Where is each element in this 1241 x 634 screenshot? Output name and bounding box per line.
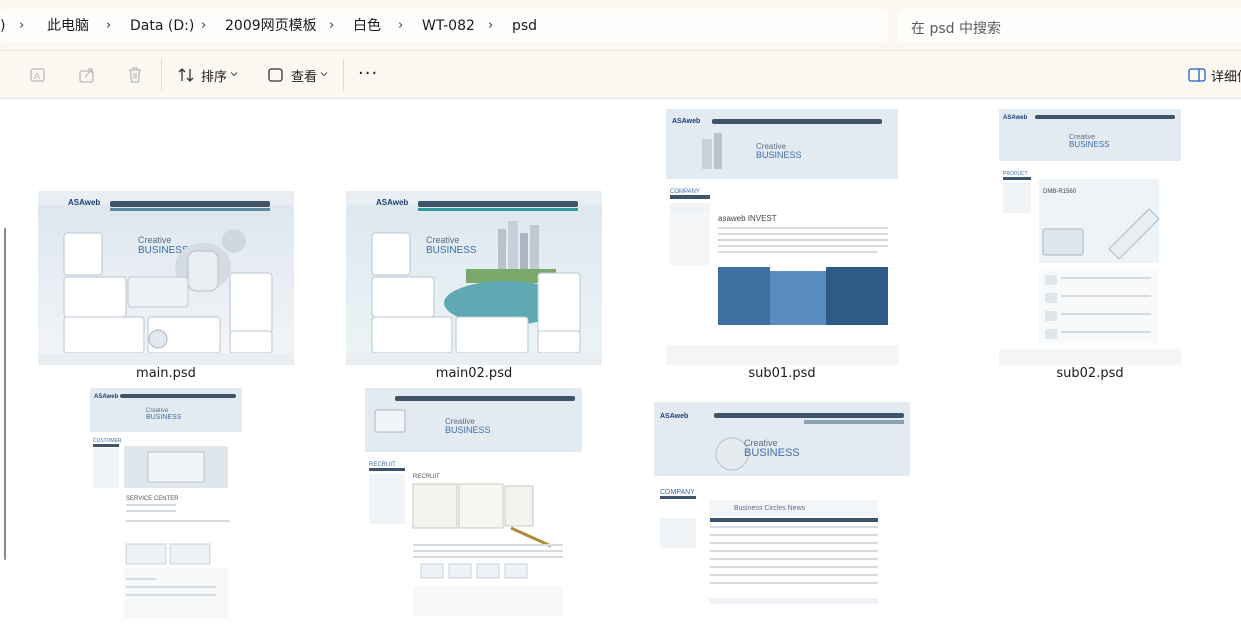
toolbar-divider [161,59,162,91]
file-name-label[interactable]: sub02.psd [999,366,1181,381]
thumb-side-title: PRODUCT [1003,171,1028,177]
chevron-right-icon[interactable]: › [329,18,334,34]
thumb-brand: ASAweb [660,413,688,420]
breadcrumb-item-this-pc[interactable]: 此电脑 [47,18,89,34]
file-item[interactable]: ASAweb Creative BUSINESS COMPANY Busines… [654,402,910,622]
file-item[interactable]: ASAweb Creative BUSINESS CUSTOMER SERVIC… [90,388,242,622]
chevron-right-icon[interactable]: › [398,18,403,34]
sort-icon[interactable] [176,65,196,85]
file-thumbnail: ASAweb Creative BUSINESS PRODUCT DMB-R15… [999,109,1181,365]
file-name-label[interactable]: main02.psd [346,366,602,381]
chevron-right-icon[interactable]: › [106,18,111,34]
thumb-body-title: asaweb INVEST [718,214,777,223]
thumb-brand: ASAweb [94,394,119,400]
details-pane-button[interactable]: 详细信 [1211,66,1241,85]
chevron-down-icon[interactable] [318,68,330,80]
view-icon[interactable] [266,65,286,85]
thumb-side-title: RECRUIT [369,462,396,468]
breadcrumb-leading-fragment: ) [0,18,6,34]
file-item[interactable]: ASAweb Creative BUSINESS COMPANY asaweb … [666,109,898,387]
file-thumbnail: ASAweb Creative BUSINESS [38,191,294,365]
search-input[interactable]: 在 psd 中搜索 [897,9,1241,42]
thumb-headline: BUSINESS [426,245,477,256]
file-item[interactable]: ASAweb Creative BUSINESS PRODUCT DMB-R15… [999,109,1181,387]
file-name-label[interactable]: sub01.psd [666,366,898,381]
breadcrumb[interactable]: ) › 此电脑 › Data (D:) › 2009网页模板 › 白色 › WT… [0,9,888,42]
more-options-button[interactable]: ··· [358,63,378,84]
thumb-brand: ASAweb [68,198,100,207]
thumb-headline-top: Creative [426,235,460,245]
share-icon[interactable] [77,65,97,85]
chevron-right-icon[interactable]: › [19,18,24,34]
file-thumbnail: ASAweb Creative BUSINESS CUSTOMER SERVIC… [90,388,242,622]
file-thumbnail: ASAweb Creative BUSINESS COMPANY Busines… [654,402,910,622]
delete-icon[interactable] [125,65,145,85]
thumb-headline: BUSINESS [744,447,800,459]
file-thumbnail: ASAweb Creative BUSINESS COMPANY asaweb … [666,109,898,365]
breadcrumb-item-wt082[interactable]: WT-082 [422,18,475,34]
file-thumbnail: ASAweb Creative BUSINESS [346,191,602,365]
thumb-side-title: CUSTOMER [93,438,122,444]
vertical-scrollbar[interactable] [4,228,6,560]
breadcrumb-item-templates[interactable]: 2009网页模板 [225,18,317,34]
thumb-brand: ASAweb [1003,115,1028,121]
file-name-label[interactable]: main.psd [38,366,294,381]
thumb-side-title: COMPANY [670,189,700,195]
address-bar: ) › 此电脑 › Data (D:) › 2009网页模板 › 白色 › WT… [0,0,1241,51]
breadcrumb-item-drive[interactable]: Data (D:) [130,18,194,34]
svg-text:A: A [34,72,41,82]
thumb-body-title: RECRUIT [413,474,440,480]
thumb-brand: ASAweb [672,118,700,125]
thumb-headline: BUSINESS [146,414,182,421]
file-thumbnail: Creative BUSINESS RECRUIT RECRUIT [365,388,582,622]
thumb-side-title: COMPANY [660,489,695,496]
view-button[interactable]: 查看 [291,66,317,85]
thumb-body-title: Business Circles News [734,505,806,512]
command-toolbar: A 排序 查看 ··· 详细信 [0,51,1241,99]
file-item[interactable]: Creative BUSINESS RECRUIT RECRUIT [365,388,582,622]
chevron-right-icon[interactable]: › [201,18,206,34]
breadcrumb-item-psd[interactable]: psd [512,18,537,34]
thumb-headline: BUSINESS [1069,140,1109,149]
thumb-headline-top: Creative [138,235,172,245]
chevron-right-icon[interactable]: › [488,18,493,34]
file-item[interactable]: ASAweb Creative BUSINESS main.psd [38,191,294,387]
search-placeholder: 在 psd 中搜索 [911,21,1001,37]
details-pane-icon[interactable] [1187,65,1207,85]
file-item[interactable]: ASAweb Creative BUSINESS main02.psd [346,191,602,387]
sort-button[interactable]: 排序 [201,66,227,85]
chevron-down-icon[interactable] [228,68,240,80]
thumb-headline: BUSINESS [756,150,802,160]
toolbar-divider [343,59,344,91]
rename-icon[interactable]: A [28,65,48,85]
thumb-body-title: SERVICE CENTER [126,496,179,502]
thumb-brand: ASAweb [376,198,408,207]
breadcrumb-item-white[interactable]: 白色 [353,18,381,34]
thumb-headline: BUSINESS [445,425,491,435]
thumb-body-title: DMB-R1560 [1043,189,1077,195]
